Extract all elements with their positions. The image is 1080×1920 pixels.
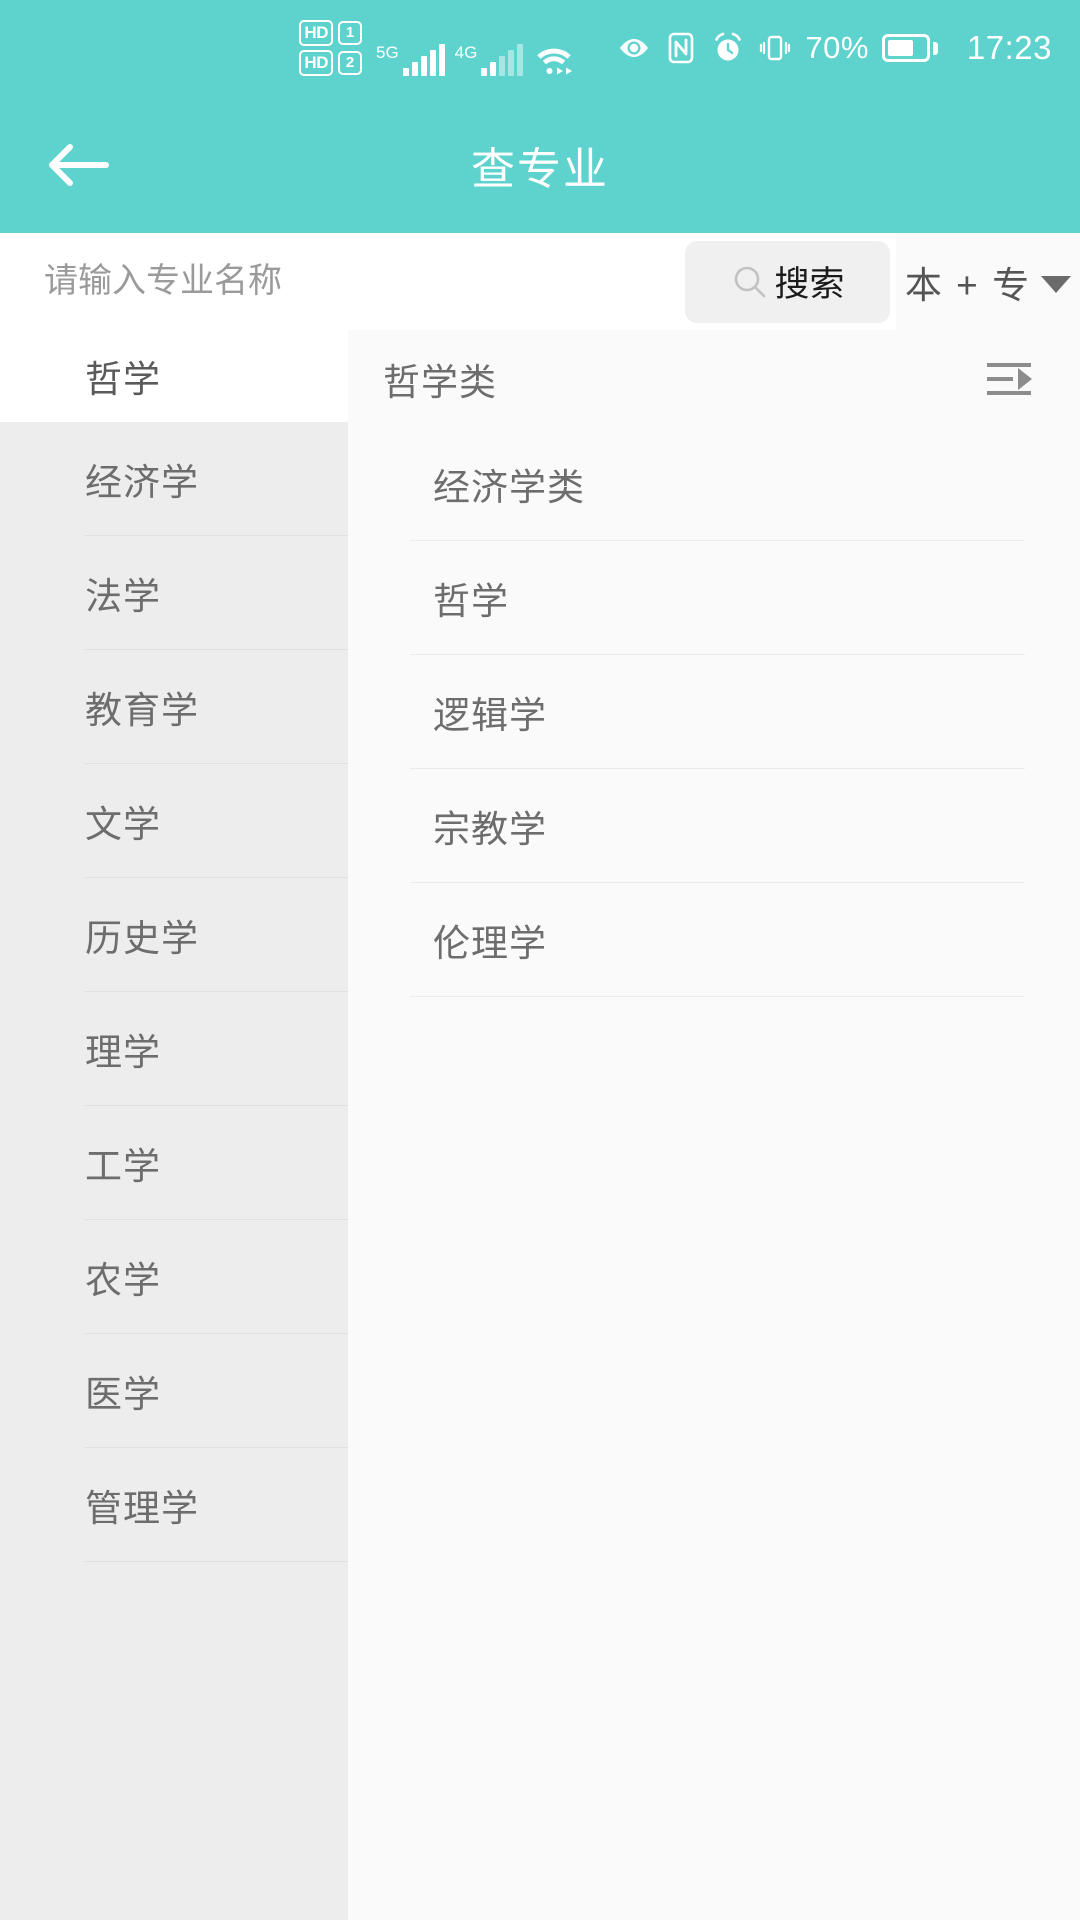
degree-type-filter[interactable]: 本 + 专 [896, 233, 1080, 330]
sidebar-item-label: 管理学 [85, 1488, 199, 1529]
content-area: 哲学 经济学 法学 教育学 文学 历史学 理学 工学 农学 医学 管理学 哲学类… [0, 330, 1080, 1920]
clock-time: 17:23 [966, 29, 1052, 66]
sidebar-item-nongxue[interactable]: 农学 [0, 1220, 348, 1334]
degree-type-filter-label: 本 + 专 [904, 264, 1032, 306]
battery-icon [881, 34, 938, 62]
signal-4g-label: 4G [454, 43, 478, 62]
signal-5g-label: 5G [375, 43, 399, 62]
sidebar-item-label: 农学 [85, 1260, 161, 1301]
sidebar-item-faxue[interactable]: 法学 [0, 536, 348, 650]
status-bar: HD 1 HD 2 5G 4G 70% 17:23 [0, 0, 1080, 96]
alarm-clock-icon [715, 32, 742, 61]
sim-badge-1: 1 [337, 21, 362, 45]
nfc-icon [669, 32, 694, 64]
sidebar-item-label: 教育学 [85, 690, 199, 731]
major-label: 宗教学 [433, 809, 547, 850]
list-item[interactable]: 经济学类 [348, 427, 1080, 541]
vibrate-icon [760, 35, 791, 61]
list-item[interactable]: 伦理学 [348, 883, 1080, 997]
status-bar-left-icons: HD 1 HD 2 5G 4G [299, 20, 575, 76]
sidebar-item-label: 历史学 [85, 918, 199, 959]
sidebar-item-label: 理学 [85, 1032, 161, 1073]
hd-sim-indicators: HD 1 HD 2 [299, 20, 362, 76]
battery-percent-label: 70% [805, 30, 869, 65]
page-title: 查专业 [471, 144, 609, 194]
list-item[interactable]: 哲学 [348, 541, 1080, 655]
list-item[interactable]: 宗教学 [348, 769, 1080, 883]
sidebar-item-label: 文学 [85, 804, 161, 845]
hd-badge-1: HD [299, 20, 333, 46]
hd-badge-2: HD [299, 50, 333, 76]
sidebar-item-yixue[interactable]: 医学 [0, 1334, 348, 1448]
sidebar-item-jingjixue[interactable]: 经济学 [0, 422, 348, 536]
sidebar-item-wenxue[interactable]: 文学 [0, 764, 348, 878]
signal-bars-4g [481, 44, 524, 76]
list-item[interactable]: 逻辑学 [348, 655, 1080, 769]
eye-icon [620, 39, 649, 57]
back-button[interactable] [42, 135, 112, 195]
sidebar-item-gongxue[interactable]: 工学 [0, 1106, 348, 1220]
search-button-label: 搜索 [774, 265, 845, 304]
chevron-down-icon [1041, 275, 1072, 293]
sidebar-item-lixue[interactable]: 理学 [0, 992, 348, 1106]
search-button[interactable]: 搜索 [685, 240, 890, 323]
signal-bars-5g [402, 44, 445, 76]
status-bar-right-icons: 70% 17:23 [617, 29, 1052, 67]
major-label: 伦理学 [433, 923, 547, 964]
wifi-icon [533, 44, 575, 76]
major-label: 逻辑学 [433, 695, 547, 736]
panel-header-label: 哲学类 [383, 361, 497, 403]
signal-indicator-4g: 4G [454, 43, 524, 76]
major-list-panel: 哲学类 经济学类 哲学 逻辑学 宗教学 伦理学 [348, 330, 1080, 1920]
hd-sim-row-2: HD 2 [299, 50, 362, 76]
back-arrow-icon [49, 143, 109, 186]
sidebar-item-zhexue[interactable]: 哲学 [0, 330, 348, 422]
sidebar-item-jiaoyuxue[interactable]: 教育学 [0, 650, 348, 764]
sidebar-item-label: 哲学 [85, 359, 161, 400]
sidebar-item-label: 法学 [85, 576, 161, 617]
hd-sim-row-1: HD 1 [299, 20, 362, 46]
sidebar-item-label: 经济学 [85, 462, 199, 503]
search-input[interactable] [0, 262, 685, 301]
sim-badge-2: 2 [337, 51, 362, 75]
sidebar-item-lishixue[interactable]: 历史学 [0, 878, 348, 992]
sidebar-item-guanlixue[interactable]: 管理学 [0, 1448, 348, 1562]
panel-header: 哲学类 [348, 330, 1080, 427]
search-bar: 搜索 本 + 专 [0, 233, 1080, 330]
sidebar-item-label: 工学 [85, 1146, 161, 1187]
signal-indicator-5g: 5G [375, 43, 445, 76]
search-icon [735, 266, 766, 297]
app-header: 查专业 [0, 96, 1080, 233]
major-label: 经济学类 [433, 467, 585, 508]
category-sidebar: 哲学 经济学 法学 教育学 文学 历史学 理学 工学 农学 医学 管理学 [0, 330, 348, 1920]
major-label: 哲学 [433, 581, 509, 622]
list-expand-icon[interactable] [985, 358, 1037, 400]
sidebar-item-label: 医学 [85, 1374, 161, 1415]
